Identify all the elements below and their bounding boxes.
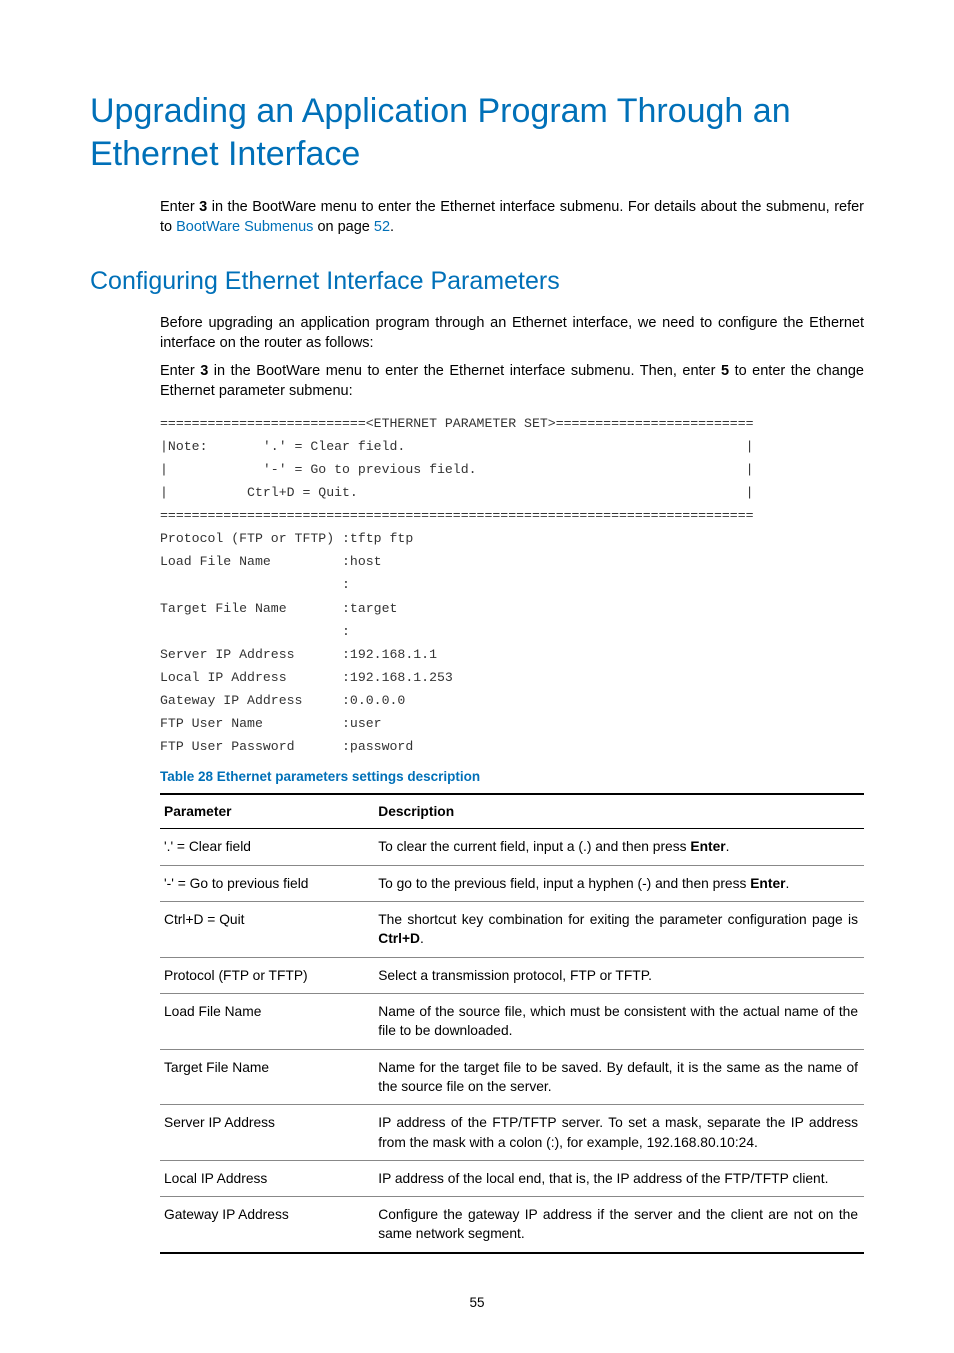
table-header-parameter: Parameter [160,794,378,829]
table-row: Target File NameName for the target file… [160,1049,864,1105]
param-cell: Target File Name [160,1049,378,1105]
table-row: Server IP AddressIP address of the FTP/T… [160,1105,864,1161]
table-caption: Table 28 Ethernet parameters settings de… [160,768,864,787]
ethernet-parameters-table: Parameter Description '.' = Clear fieldT… [160,793,864,1254]
description-cell: IP address of the local end, that is, th… [378,1160,864,1196]
config-steps-paragraph: Enter 3 in the BootWare menu to enter th… [160,361,864,402]
section-heading-configuring: Configuring Ethernet Interface Parameter… [90,264,864,299]
description-cell: Name for the target file to be saved. By… [378,1049,864,1105]
table-row: Local IP AddressIP address of the local … [160,1160,864,1196]
description-cell: Configure the gateway IP address if the … [378,1197,864,1253]
config-intro-paragraph: Before upgrading an application program … [160,313,864,354]
description-cell: To clear the current field, input a (.) … [378,829,864,865]
page-number: 55 [90,1294,864,1313]
table-row: Protocol (FTP or TFTP)Select a transmiss… [160,957,864,993]
param-cell: '-' = Go to previous field [160,865,378,901]
ethernet-parameter-terminal-output: ==========================<ETHERNET PARA… [160,412,864,758]
table-row: '.' = Clear fieldTo clear the current fi… [160,829,864,865]
table-row: Load File NameName of the source file, w… [160,993,864,1049]
table-header-description: Description [378,794,864,829]
page-title: Upgrading an Application Program Through… [90,90,864,175]
param-cell: Ctrl+D = Quit [160,902,378,958]
intro-paragraph: Enter 3 in the BootWare menu to enter th… [160,197,864,238]
param-cell: Protocol (FTP or TFTP) [160,957,378,993]
param-cell: '.' = Clear field [160,829,378,865]
param-cell: Server IP Address [160,1105,378,1161]
description-cell: The shortcut key combination for exiting… [378,902,864,958]
description-cell: Name of the source file, which must be c… [378,993,864,1049]
param-cell: Load File Name [160,993,378,1049]
bootware-submenus-link[interactable]: BootWare Submenus [176,219,313,235]
description-cell: IP address of the FTP/TFTP server. To se… [378,1105,864,1161]
param-cell: Local IP Address [160,1160,378,1196]
page-ref-link[interactable]: 52 [374,219,390,235]
param-cell: Gateway IP Address [160,1197,378,1253]
table-row: '-' = Go to previous fieldTo go to the p… [160,865,864,901]
description-cell: Select a transmission protocol, FTP or T… [378,957,864,993]
table-row: Gateway IP AddressConfigure the gateway … [160,1197,864,1253]
description-cell: To go to the previous field, input a hyp… [378,865,864,901]
table-row: Ctrl+D = QuitThe shortcut key combinatio… [160,902,864,958]
